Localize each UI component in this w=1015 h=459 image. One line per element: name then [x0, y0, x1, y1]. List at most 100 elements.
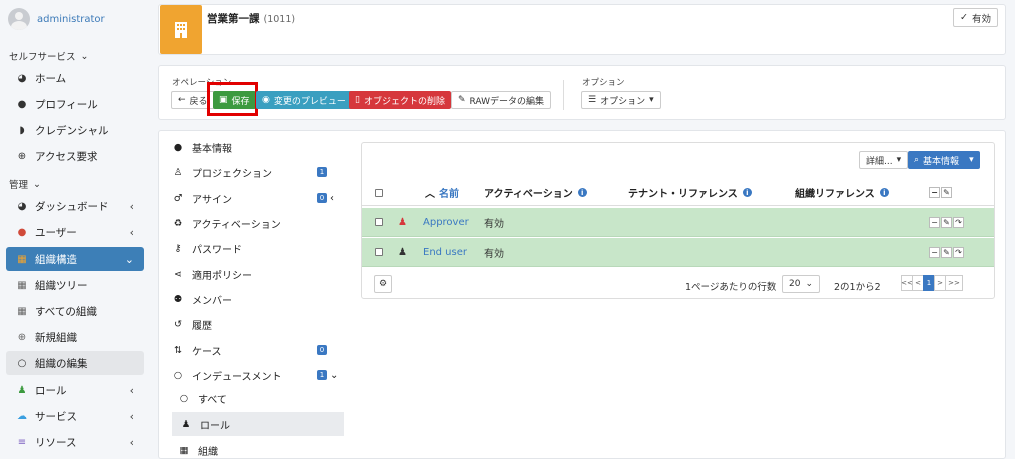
tab-inducements[interactable]: ○ インデュースメント 1 ⌄: [172, 363, 344, 387]
tab-cases[interactable]: ⇅ ケース 0: [172, 338, 344, 362]
cloud-icon: ☁: [17, 410, 27, 422]
info-icon: i: [742, 188, 752, 197]
table-row: ♟ Approver 有効 − ✎ ↷: [362, 208, 994, 237]
column-tenant-ref: テナント・リファレンス i: [628, 180, 752, 205]
edit-icon[interactable]: ✎: [941, 246, 952, 258]
row-name-link[interactable]: End user: [423, 238, 467, 266]
column-org-ref: 組織リファレンス i: [795, 180, 889, 205]
raw-edit-button[interactable]: ✎ RAWデータの編集: [451, 91, 551, 109]
plus-circle-icon: ⊕: [17, 331, 27, 343]
sidebar-item-profile[interactable]: ● プロフィール: [6, 92, 144, 116]
admin-header[interactable]: 管理 ⌄: [9, 177, 41, 192]
tab-inducements-all[interactable]: ○ すべて: [178, 386, 350, 410]
tab-projection[interactable]: ♙ プロジェクション 1: [172, 160, 344, 184]
chevron-left-icon: ‹: [129, 199, 134, 213]
user-icon: ●: [17, 226, 27, 238]
building-icon: ▦: [17, 253, 27, 265]
share-icon: ⋖: [174, 268, 182, 280]
building-icon: ▦: [17, 279, 27, 291]
options-label: オプション: [582, 78, 625, 88]
tab-history[interactable]: ↺ 履歴: [172, 312, 344, 336]
edit-icon[interactable]: ✎: [941, 216, 952, 228]
tab-policies[interactable]: ⋖ 適用ポリシー: [172, 262, 344, 286]
pagination-range: 2の1から2: [834, 282, 881, 293]
chevron-left-icon: ‹: [129, 409, 134, 423]
tab-activation[interactable]: ♻ アクティベーション: [172, 211, 344, 235]
detail-dropdown[interactable]: 詳細... ▾: [859, 151, 909, 169]
sidebar-item-users[interactable]: ● ユーザー ‹: [6, 220, 144, 244]
chevron-down-icon: ⌄: [805, 279, 813, 289]
tab-inducements-roles[interactable]: ♟ ロール: [172, 412, 344, 436]
users-icon: ⚉: [173, 293, 183, 305]
sidebar-item-edit-org[interactable]: ○ 組織の編集: [6, 351, 144, 375]
caret-down-icon: ▾: [896, 155, 902, 165]
share-icon[interactable]: ↷: [953, 216, 964, 228]
table-settings-button[interactable]: ⚙: [374, 275, 393, 293]
sidebar-item-org-structure[interactable]: ▦ 組織構造 ⌄: [6, 247, 144, 271]
row-checkbox[interactable]: [375, 208, 383, 236]
status-button[interactable]: ✓ 有効: [953, 8, 998, 27]
column-activation: アクティベーション i: [484, 180, 587, 205]
menu-icon: ☰: [588, 95, 597, 105]
circle-icon: ○: [179, 392, 189, 404]
sidebar-item-roles[interactable]: ♟ ロール ‹: [6, 378, 144, 402]
column-name[interactable]: ︿ 名前: [425, 180, 459, 205]
search-button[interactable]: ⌕ 基本情報 ▾: [908, 151, 980, 169]
row-name-link[interactable]: Approver: [423, 208, 469, 236]
sidebar-item-services[interactable]: ☁ サービス ‹: [6, 404, 144, 428]
select-all-checkbox[interactable]: [375, 180, 383, 205]
table-row: ♟ End user 有効 − ✎ ↷: [362, 238, 994, 267]
chevron-left-icon: ‹: [129, 383, 134, 397]
self-service-header[interactable]: セルフサービス ⌄: [9, 49, 89, 64]
caret-down-icon: ▾: [969, 155, 974, 165]
options-dropdown[interactable]: ☰ オプション ▾: [581, 91, 661, 109]
last-page-button[interactable]: >>: [945, 275, 963, 291]
sidebar-item-org-tree[interactable]: ▦ 組織ツリー: [6, 273, 144, 297]
circle-filled-icon: ●: [173, 141, 183, 153]
sidebar: administrator セルフサービス ⌄ ◕ ホーム ● プロフィール ◗ クレデ…: [0, 0, 148, 459]
row-checkbox[interactable]: [375, 238, 383, 266]
tab-members[interactable]: ⚉ メンバー: [172, 287, 344, 311]
eye-icon: ◉: [262, 95, 270, 105]
dashboard-icon: ◕: [17, 200, 27, 212]
tab-basic[interactable]: ● 基本情報: [172, 135, 344, 159]
share-icon[interactable]: ↷: [953, 246, 964, 258]
preview-button[interactable]: ◉ 変更のプレビュー: [256, 91, 352, 109]
table-header: ︿ 名前 アクティベーション i テナント・リファレンス i 組織リファレンス i − ✎: [362, 180, 994, 206]
sidebar-item-new-org[interactable]: ⊕ 新規組織: [6, 325, 144, 349]
user-menu[interactable]: administrator: [8, 8, 105, 30]
chevron-left-icon: ‹: [129, 435, 134, 449]
chevron-down-icon: ⌄: [80, 50, 89, 62]
sidebar-item-home[interactable]: ◕ ホーム: [6, 66, 144, 90]
check-icon: ✓: [960, 12, 968, 23]
circle-icon: ○: [173, 369, 183, 381]
pagination: << < 1 > >>: [901, 275, 963, 291]
sidebar-item-dashboard[interactable]: ◕ ダッシュボード ‹: [6, 194, 144, 218]
tab-password[interactable]: ⚷ パスワード: [172, 236, 344, 260]
chevron-left-icon: ‹: [129, 225, 134, 239]
info-icon: i: [879, 188, 889, 197]
edit-icon[interactable]: ✎: [941, 187, 952, 198]
minus-icon[interactable]: −: [929, 246, 940, 258]
sidebar-item-all-orgs[interactable]: ▦ すべての組織: [6, 299, 144, 323]
minus-icon[interactable]: −: [929, 216, 940, 228]
chevron-down-icon: ⌄: [124, 252, 134, 266]
avatar: [8, 8, 30, 30]
row-activation: 有効: [484, 248, 504, 260]
rows-per-page-select[interactable]: 20 ⌄: [782, 275, 820, 293]
delete-button[interactable]: ▯ オブジェクトの削除: [349, 91, 451, 109]
tab-inducements-orgs[interactable]: ▦ 組織: [178, 438, 350, 459]
sidebar-item-credentials[interactable]: ◗ クレデンシャル: [6, 118, 144, 142]
recycle-icon: ♻: [173, 217, 183, 229]
minus-icon[interactable]: −: [929, 187, 940, 198]
row-activation: 有効: [484, 218, 504, 230]
role-icon: ♟: [17, 384, 27, 396]
sidebar-item-resources[interactable]: ≡ リソース ‹: [6, 430, 144, 454]
search-icon: ⌕: [914, 155, 920, 165]
person-icon: ♙: [173, 166, 183, 178]
wrench-icon: ⚙: [379, 279, 388, 289]
caret-down-icon: ▾: [649, 95, 654, 105]
role-icon: ♟: [398, 216, 407, 228]
sidebar-item-access-request[interactable]: ⊕ アクセス要求: [6, 144, 144, 168]
tab-assignments[interactable]: ♂ アサイン 0 ‹: [172, 186, 344, 210]
